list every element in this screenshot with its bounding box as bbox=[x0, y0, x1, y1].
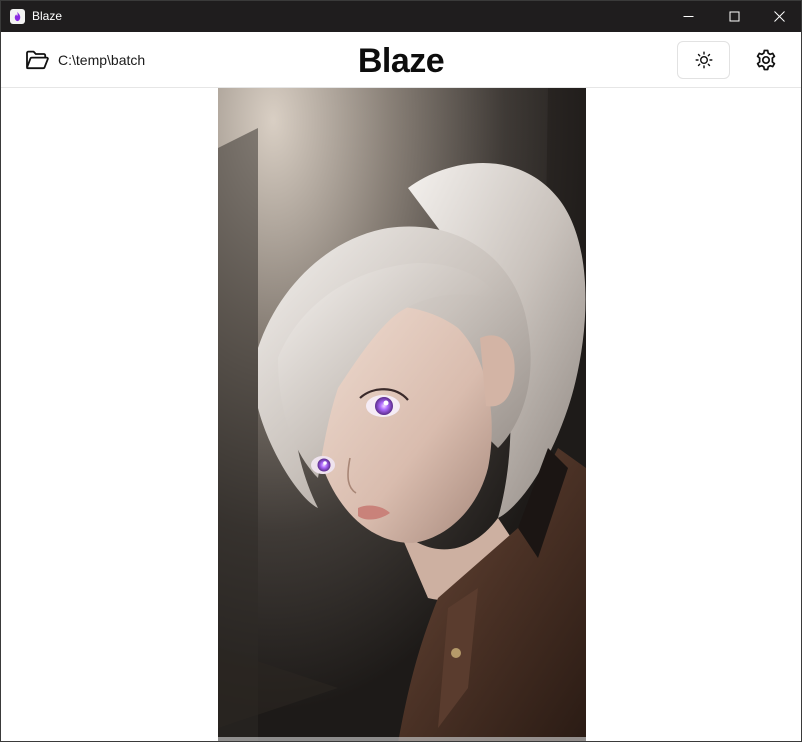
close-icon bbox=[773, 11, 785, 22]
maximize-button[interactable] bbox=[711, 1, 757, 32]
folder-path-label: C:\temp\batch bbox=[58, 52, 146, 68]
sun-icon bbox=[695, 51, 712, 69]
portrait-illustration bbox=[218, 88, 586, 741]
scrollbar[interactable] bbox=[218, 737, 586, 741]
open-folder-button[interactable]: C:\temp\batch bbox=[25, 48, 145, 72]
window-title: Blaze bbox=[32, 9, 63, 23]
title-bar[interactable]: Blaze bbox=[1, 1, 801, 32]
settings-button[interactable] bbox=[751, 45, 781, 75]
app-header: C:\temp\batch Blaze bbox=[1, 32, 801, 88]
image-viewer bbox=[1, 88, 801, 741]
folder-open-icon bbox=[26, 50, 49, 70]
close-button[interactable] bbox=[756, 1, 801, 32]
minimize-button[interactable] bbox=[665, 1, 711, 32]
portrait-image[interactable] bbox=[218, 88, 586, 741]
gear-icon bbox=[756, 49, 776, 71]
app-window: Blaze C:\temp\batch Blaze bbox=[0, 0, 802, 742]
minimize-icon bbox=[683, 16, 693, 17]
app-brand-title: Blaze bbox=[357, 42, 445, 80]
maximize-icon bbox=[729, 11, 739, 22]
flame-icon bbox=[10, 9, 25, 24]
theme-toggle-button[interactable] bbox=[677, 41, 730, 79]
